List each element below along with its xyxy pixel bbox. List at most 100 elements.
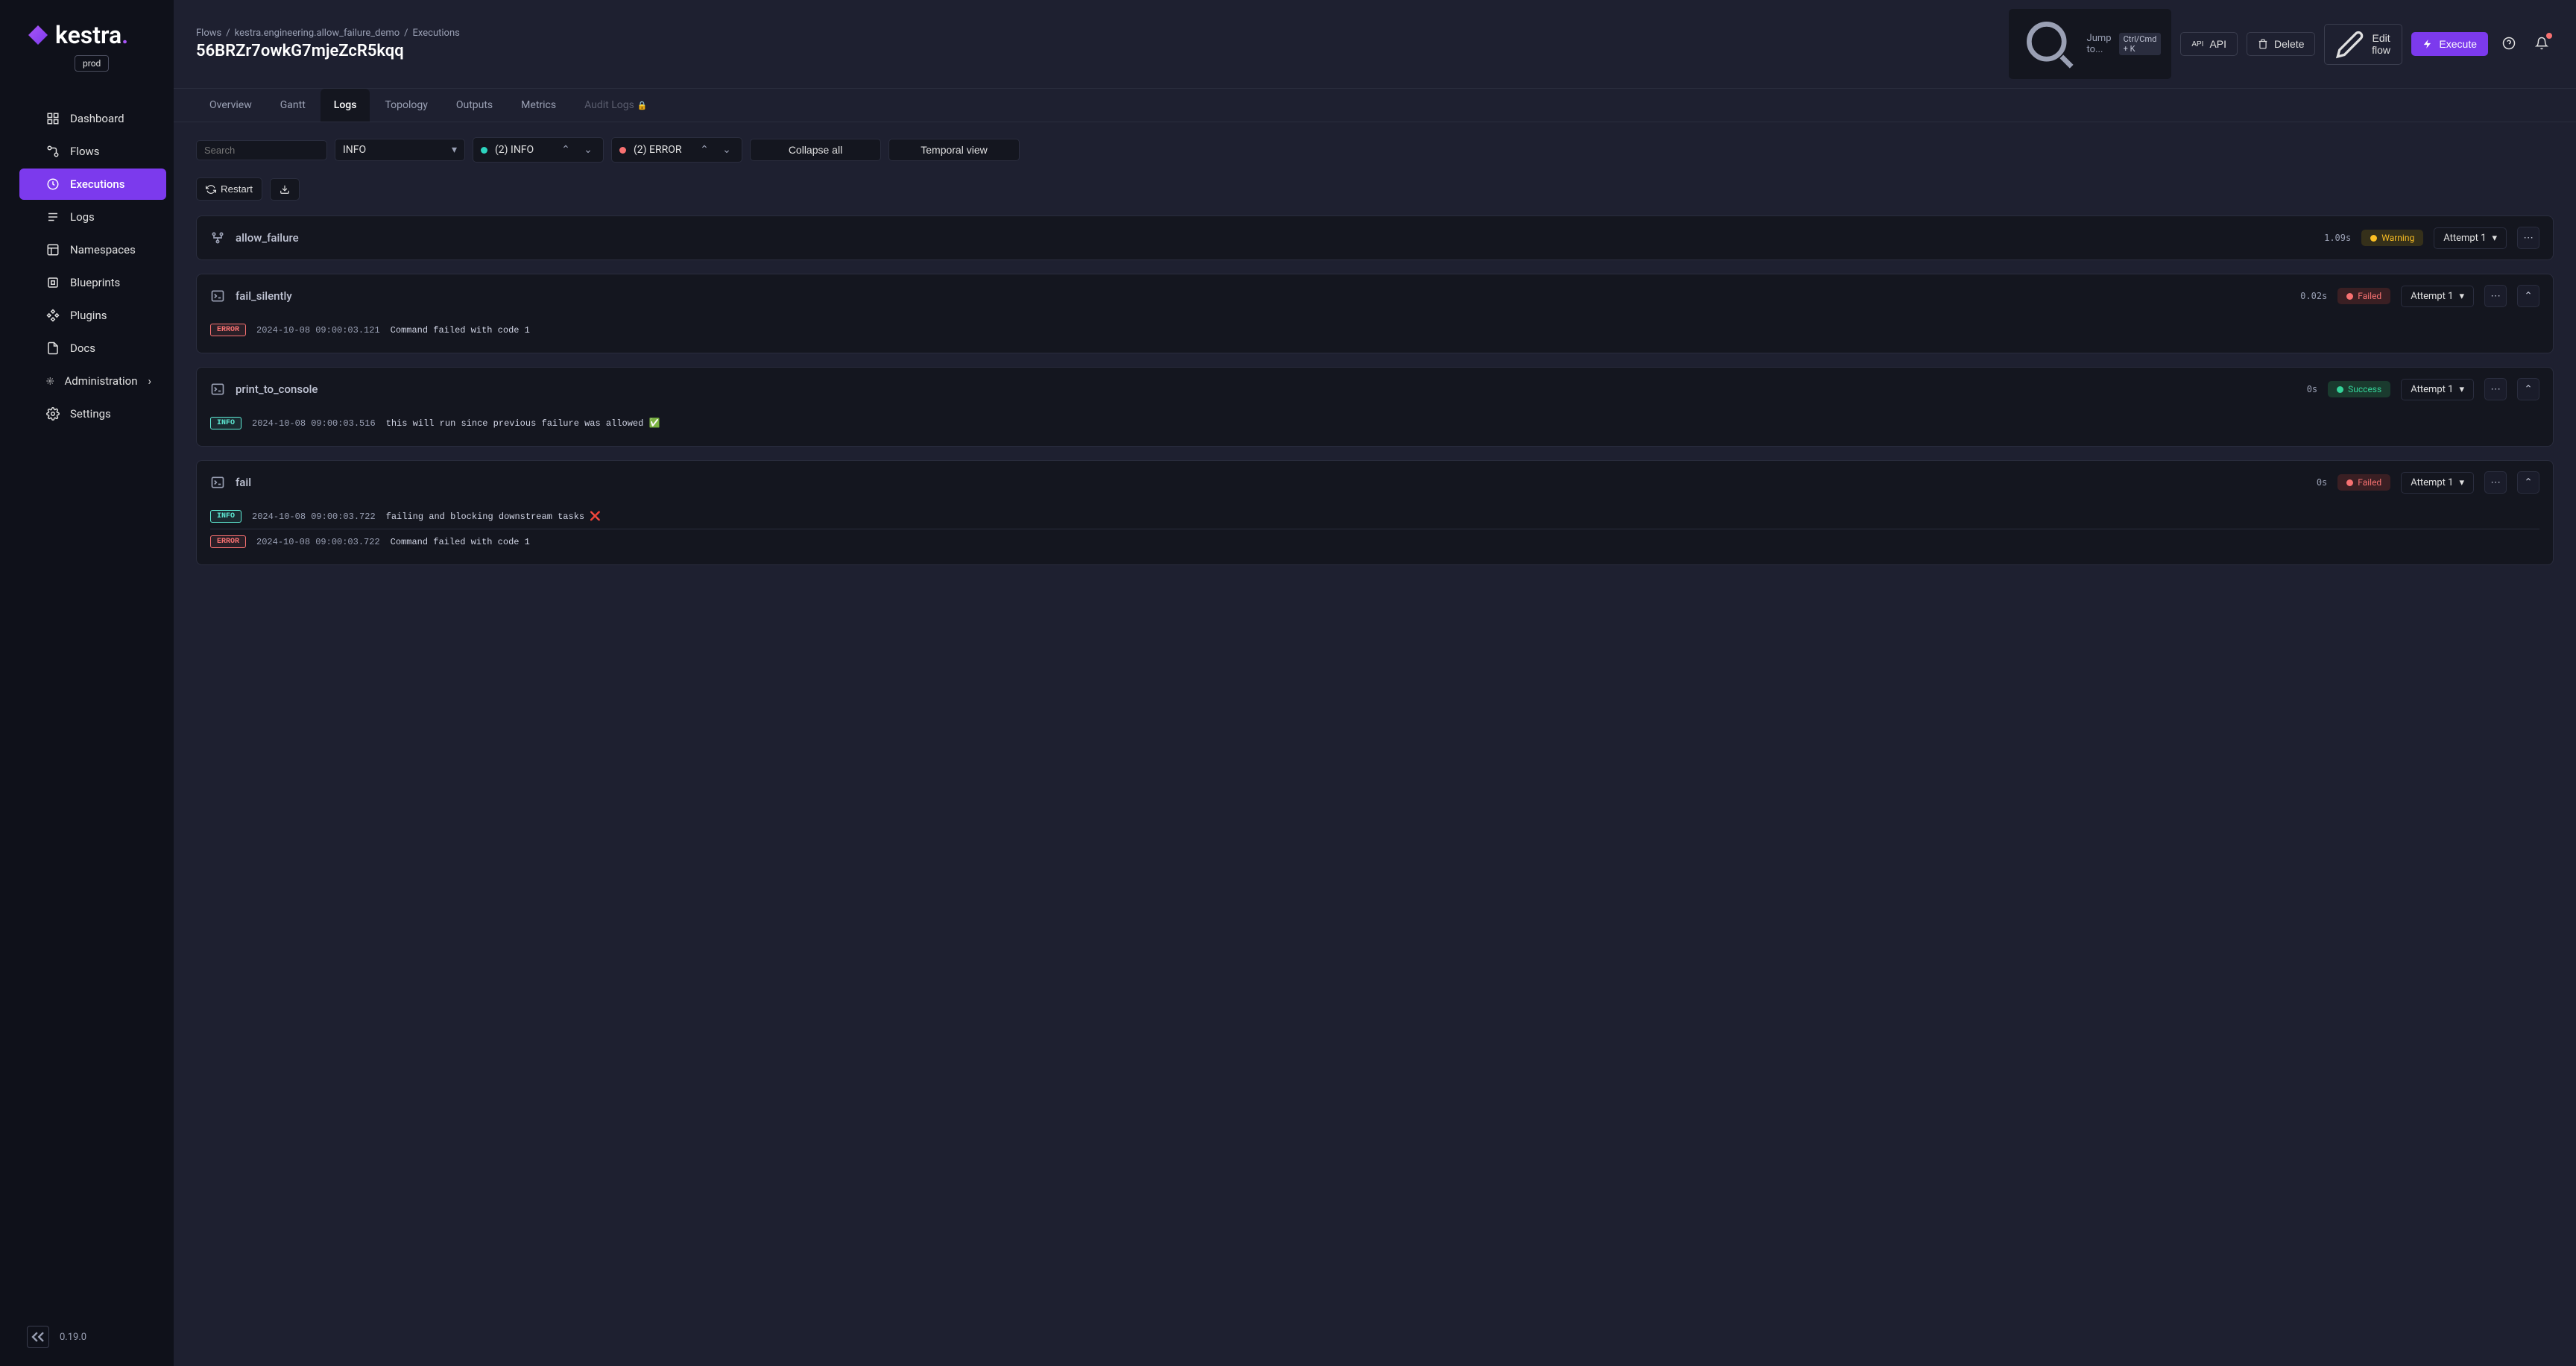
dashboard-icon [46, 112, 60, 125]
env-badge: prod [75, 55, 109, 72]
log-card-header: fail_silently 0.02s Failed Attempt 1 ▾ ⋯… [197, 274, 2553, 318]
help-button[interactable] [2497, 31, 2521, 57]
more-button[interactable]: ⋯ [2484, 378, 2507, 400]
collapse-button[interactable]: ⌃ [2517, 285, 2539, 307]
tab-gantt[interactable]: Gantt [267, 89, 319, 122]
sidebar-item-blueprints[interactable]: Blueprints [19, 267, 166, 298]
sidebar-item-plugins[interactable]: Plugins [19, 300, 166, 331]
collapse-button[interactable]: ⌃ [2517, 378, 2539, 400]
breadcrumb: Flows/kestra.engineering.allow_failure_d… [196, 28, 460, 39]
log-card-header: allow_failure 1.09s Warning Attempt 1 ▾ … [197, 216, 2553, 259]
trash-icon [2258, 39, 2268, 49]
execute-button[interactable]: Execute [2411, 32, 2488, 56]
dots-icon: ⋯ [2490, 290, 2500, 302]
task-icon [210, 230, 225, 245]
tabs: OverviewGanttLogsTopologyOutputsMetricsA… [174, 89, 2576, 122]
notifications-button[interactable] [2530, 31, 2554, 57]
attempt-select[interactable]: Attempt 1 ▾ [2401, 379, 2474, 400]
jump-to-box[interactable]: Jump to... Ctrl/Cmd + K [2009, 9, 2171, 79]
restart-button[interactable]: Restart [196, 177, 262, 201]
temporal-view-button[interactable]: Temporal view [888, 139, 1020, 161]
sidebar-item-flows[interactable]: Flows [19, 136, 166, 167]
tab-topology[interactable]: Topology [371, 89, 441, 122]
tab-outputs[interactable]: Outputs [443, 89, 506, 122]
dots-icon: ⋯ [2490, 383, 2500, 395]
log-line: INFO 2024-10-08 09:00:03.722 failing and… [210, 504, 2539, 529]
bell-icon [2535, 37, 2548, 50]
sidebar: kestra. prod Dashboard FlowsExecutions Log… [0, 0, 174, 1366]
task-name: print_to_console [236, 383, 318, 396]
download-button[interactable] [270, 178, 300, 201]
lock-icon: 🔒 [637, 101, 648, 110]
filter-chip-info: (2) INFO⌃⌄ [473, 137, 604, 163]
log-message: this will run since previous failure was… [386, 418, 660, 429]
sidebar-item-namespaces[interactable]: Namespaces [19, 234, 166, 265]
task-icon [210, 289, 225, 303]
sidebar-item-executions[interactable]: Executions [19, 169, 166, 200]
log-message: failing and blocking downstream tasks ❌ [386, 511, 602, 522]
sidebar-collapse-button[interactable] [27, 1326, 49, 1348]
breadcrumb-item[interactable]: kestra.engineering.allow_failure_demo [235, 28, 400, 39]
delete-button[interactable]: Delete [2247, 32, 2315, 56]
sidebar-item-docs[interactable]: Docs [19, 333, 166, 364]
namespaces-icon [46, 243, 60, 256]
chevron-up-icon[interactable]: ⌃ [558, 142, 573, 157]
status-dot-icon [2346, 293, 2353, 300]
status-dot-error-icon [619, 147, 626, 154]
task-icon [210, 382, 225, 397]
chevron-up-icon[interactable]: ⌃ [697, 142, 712, 157]
tab-metrics[interactable]: Metrics [508, 89, 569, 122]
log-card: print_to_console 0s Success Attempt 1 ▾ … [196, 367, 2554, 447]
sidebar-item-dashboard[interactable]: Dashboard [19, 103, 166, 134]
sidebar-item-label: Namespaces [70, 243, 136, 256]
collapse-button[interactable]: ⌃ [2517, 471, 2539, 494]
chevron-down-icon[interactable]: ⌄ [581, 142, 596, 157]
breadcrumb-item[interactable]: Executions [413, 28, 460, 39]
level-select[interactable]: INFO ▾ [335, 139, 465, 161]
more-button[interactable]: ⋯ [2484, 285, 2507, 307]
log-timestamp: 2024-10-08 09:00:03.121 [256, 325, 380, 336]
more-button[interactable]: ⋯ [2484, 471, 2507, 494]
help-icon [2502, 37, 2516, 50]
chevron-down-icon[interactable]: ⌄ [719, 142, 734, 157]
breadcrumb-item[interactable]: Flows [196, 28, 221, 39]
api-button[interactable]: API API [2180, 32, 2238, 56]
tab-logs[interactable]: Logs [321, 89, 370, 122]
sidebar-item-logs[interactable]: Logs [19, 201, 166, 233]
attempt-select[interactable]: Attempt 1 ▾ [2434, 227, 2507, 249]
more-button[interactable]: ⋯ [2517, 227, 2539, 249]
nav: Dashboard FlowsExecutions Logs Namespaces Bl… [0, 81, 174, 1315]
chevron-down-icon: ▾ [452, 144, 457, 156]
task-name: fail [236, 476, 251, 489]
level-badge: INFO [210, 510, 242, 523]
executions-icon [46, 177, 60, 191]
page-title: 56BRZr7owkG7mjeZcR5kqq [196, 42, 460, 60]
log-timestamp: 2024-10-08 09:00:03.516 [252, 418, 376, 429]
api-icon: API [2191, 40, 2203, 48]
edit-flow-button[interactable]: Edit flow [2324, 24, 2402, 65]
sidebar-item-administration[interactable]: Administration› [19, 365, 166, 397]
attempt-select[interactable]: Attempt 1 ▾ [2401, 286, 2474, 307]
tab-overview[interactable]: Overview [196, 89, 265, 122]
collapse-all-button[interactable]: Collapse all [750, 139, 881, 161]
toolbar: INFO ▾ (2) INFO⌃⌄(2) ERROR⌃⌄ Collapse al… [174, 122, 2576, 208]
log-body: ERROR 2024-10-08 09:00:03.121 Command fa… [197, 318, 2553, 353]
status-badge: Success [2328, 381, 2390, 397]
level-badge: ERROR [210, 324, 246, 336]
sidebar-item-label: Dashboard [70, 112, 124, 125]
restart-icon [206, 184, 216, 195]
status-dot-icon [2346, 479, 2353, 486]
search-input[interactable] [204, 145, 335, 156]
sidebar-item-label: Logs [70, 210, 95, 224]
log-message: Command failed with code 1 [391, 325, 530, 336]
topbar: Flows/kestra.engineering.allow_failure_d… [174, 0, 2576, 89]
sidebar-item-label: Administration [65, 374, 138, 388]
docs-icon [46, 342, 60, 355]
sidebar-item-settings[interactable]: Settings [19, 398, 166, 429]
chevron-up-icon: ⌃ [2524, 290, 2532, 302]
logo[interactable]: kestra. [28, 21, 174, 49]
admin-icon [46, 374, 54, 388]
attempt-select[interactable]: Attempt 1 ▾ [2401, 472, 2474, 494]
chevron-up-icon: ⌃ [2524, 476, 2532, 488]
settings-icon [46, 407, 60, 421]
